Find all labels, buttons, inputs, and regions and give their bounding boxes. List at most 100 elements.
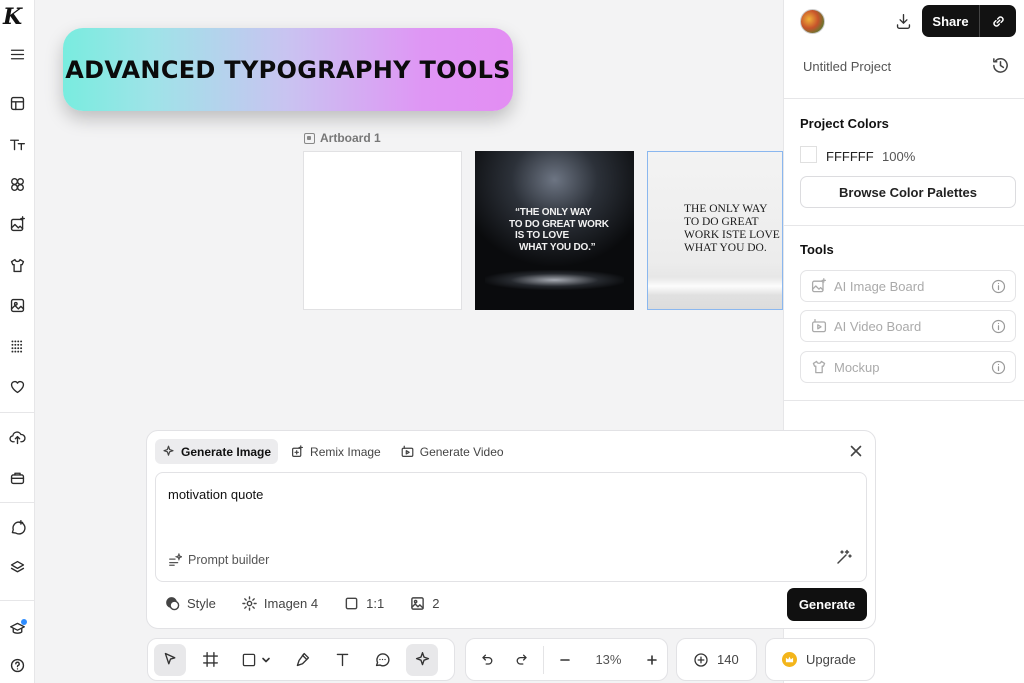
select-tool[interactable] [154,643,186,676]
copy-link-icon[interactable] [980,5,1016,37]
favorites-icon[interactable] [5,374,29,398]
pen-tool[interactable] [286,644,318,676]
redo-button[interactable] [508,644,538,676]
info-icon[interactable] [991,279,1006,294]
chevron-down-icon[interactable] [261,655,271,665]
generate-button[interactable]: Generate [787,588,867,621]
credits-display: 140 [677,652,739,668]
browse-color-palettes-button[interactable]: Browse Color Palettes [800,176,1016,208]
frame-icon [202,652,218,667]
square-icon [345,597,358,610]
magic-wand-icon[interactable] [836,549,852,568]
image-sparkle-icon [811,278,827,294]
patterns-icon[interactable] [5,334,29,358]
artboard-title: Artboard 1 [320,131,381,145]
comment-tool[interactable] [366,644,398,676]
notification-badge [21,619,27,625]
learn-icon[interactable] [5,616,29,640]
help-icon[interactable] [5,653,29,677]
ai-tool[interactable] [406,643,438,676]
shape-tool[interactable] [234,644,278,676]
style-option[interactable]: Style [165,596,216,611]
aspect-ratio-label: 1:1 [366,596,385,611]
light-quote-line: THE ONLY WAY [684,203,768,215]
download-icon[interactable] [892,10,914,32]
tool-ai-video-board[interactable]: AI Video Board [800,310,1016,342]
upgrade-label: Upgrade [806,652,856,667]
avatar[interactable] [800,9,825,34]
dark-quote-line: WHAT YOU DO.” [519,241,596,253]
panel-divider [784,400,1024,401]
model-option[interactable]: Imagen 4 [242,596,318,611]
artboard-frame-blank[interactable] [303,151,462,310]
tab-label: Remix Image [310,444,381,459]
prompt-builder-button[interactable]: Prompt builder [168,553,269,567]
layers-icon[interactable] [5,555,29,579]
chat-icon[interactable] [5,515,29,539]
ai-image-icon[interactable] [5,212,29,236]
artboard-image-light-quote[interactable]: THE ONLY WAY TO DO GREAT WORK ISTE LOVE … [647,151,783,310]
share-button[interactable]: Share [922,5,980,37]
tab-remix-image[interactable]: Remix Image [284,439,388,464]
video-icon [811,318,827,334]
credits-widget[interactable]: 140 [676,638,757,681]
zoom-level[interactable]: 13% [585,652,631,667]
project-name[interactable]: Untitled Project [803,59,891,74]
info-icon[interactable] [991,319,1006,334]
light-quote-line: WHAT YOU DO. [684,242,767,254]
upload-icon[interactable] [5,425,29,449]
minus-icon [559,658,570,661]
mockup-icon[interactable] [5,253,29,277]
prompt-input[interactable]: motivation quote Prompt builder [155,472,867,582]
prompt-text[interactable]: motivation quote [168,487,263,502]
menu-icon[interactable] [5,42,29,66]
light-quote-text: THE ONLY WAY TO DO GREAT WORK ISTE LOVE … [684,203,780,255]
history-zoom-toolbar: 13% [465,638,668,681]
tab-generate-image[interactable]: Generate Image [155,439,279,464]
templates-icon[interactable] [5,91,29,115]
light-quote-line: TO DO GREAT [684,216,759,228]
undo-button[interactable] [472,644,502,676]
info-icon[interactable] [991,360,1006,375]
brand-kit-icon[interactable] [5,465,29,489]
tshirt-icon [811,359,827,375]
text-tool[interactable] [326,644,358,676]
artboard-image-dark-quote[interactable]: “THE ONLY WAY TO DO GREAT WORK IS TO LOV… [475,151,634,310]
tab-generate-video[interactable]: Generate Video [394,439,511,464]
toolbar-divider [543,645,544,674]
image-icon [411,597,425,610]
text-icon[interactable] [5,132,29,156]
color-opacity-value[interactable]: 100% [882,149,915,164]
light-quote-line: WORK ISTE LOVE [684,229,780,241]
remix-icon [292,445,304,457]
aspect-ratio-option[interactable]: 1:1 [344,596,384,611]
upgrade-button[interactable]: Upgrade [765,638,875,681]
banner-text: ADVANCED TYPOGRAPHY TOOLS [65,55,511,84]
app-logo[interactable]: K [3,4,22,30]
dark-quote-line: TO DO GREAT WORK [509,218,609,230]
plus-icon [647,654,658,665]
generate-panel: Generate Image Remix Image Generate Vide… [146,430,876,629]
sidebar-divider [0,600,35,601]
color-hex-value[interactable]: FFFFFF [826,149,874,164]
elements-icon[interactable] [5,172,29,196]
drawing-toolbar [147,638,455,681]
generation-options: Style Imagen 4 1:1 2 [165,596,465,611]
sidebar-divider [0,502,35,503]
close-icon[interactable] [849,444,863,458]
left-sidebar: K [0,0,35,683]
tool-mockup[interactable]: Mockup [800,351,1016,383]
color-swatch[interactable] [800,146,817,163]
tool-label: Mockup [834,359,880,375]
artboard-label[interactable]: Artboard 1 [304,131,381,145]
zoom-out-button[interactable] [550,644,580,676]
prompt-builder-label: Prompt builder [188,553,270,567]
zoom-in-button[interactable] [638,644,668,676]
tool-ai-image-board[interactable]: AI Image Board [800,270,1016,302]
history-icon[interactable] [991,56,1010,78]
photos-icon[interactable] [5,293,29,317]
crown-icon [782,652,797,667]
frame-tool[interactable] [194,644,226,676]
image-count-option[interactable]: 2 [410,596,439,611]
tool-label: AI Video Board [834,318,922,334]
